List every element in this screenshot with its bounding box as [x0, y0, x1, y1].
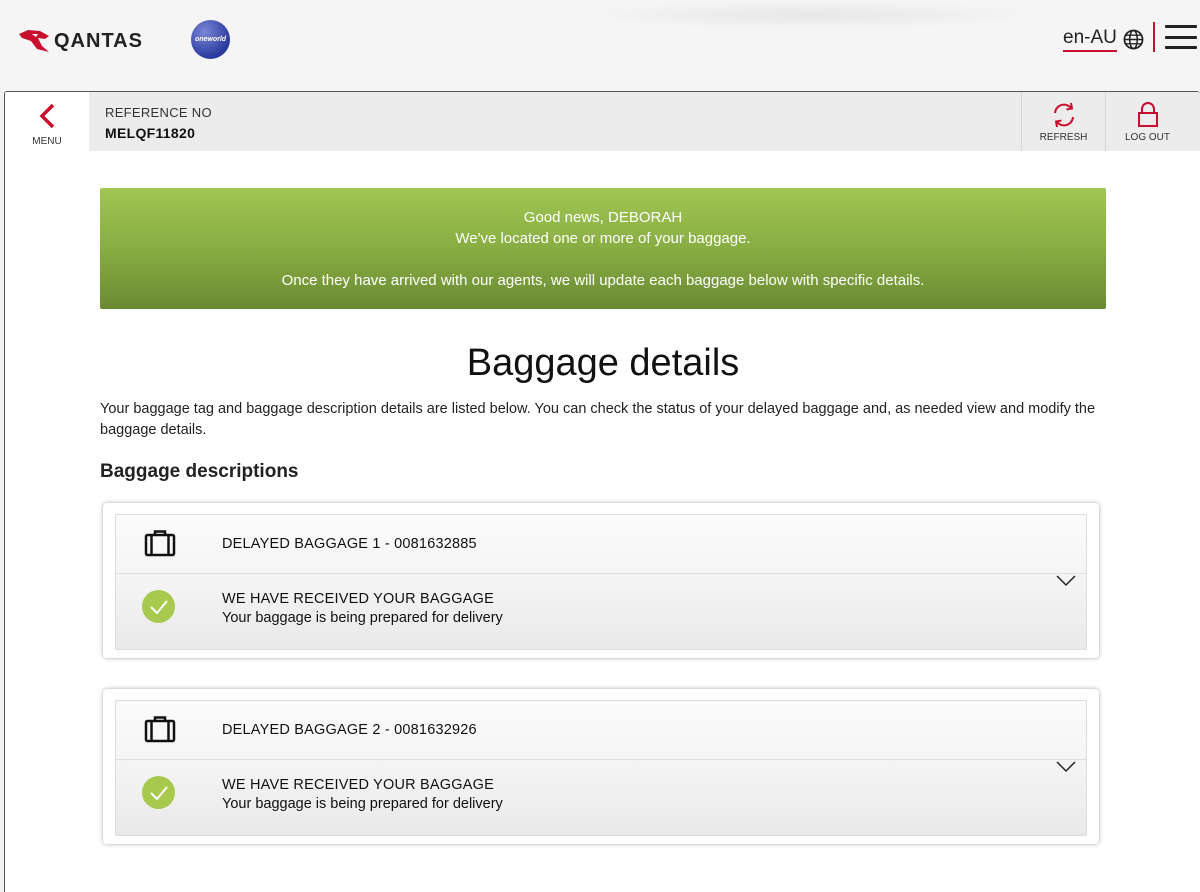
baggage-card[interactable]: DELAYED BAGGAGE 1 - 0081632885 WE HAVE R…: [103, 503, 1099, 658]
site-header: QANTAS oneworld en-AU: [0, 0, 1200, 92]
status-title: WE HAVE RECEIVED YOUR BAGGAGE: [222, 591, 494, 607]
status-title: WE HAVE RECEIVED YOUR BAGGAGE: [222, 777, 494, 793]
baggage-status-row: WE HAVE RECEIVED YOUR BAGGAGE Your bagga…: [116, 760, 1086, 836]
oneworld-logo: oneworld: [191, 20, 230, 59]
banner-update-note: Once they have arrived with our agents, …: [281, 272, 925, 289]
good-news-banner: Good news, DEBORAH We've located one or …: [100, 188, 1106, 309]
page-title: Baggage details: [466, 342, 740, 384]
brand-name: QANTAS: [54, 29, 143, 52]
kangaroo-icon: [19, 30, 49, 52]
baggage-card[interactable]: DELAYED BAGGAGE 2 - 0081632926 WE HAVE R…: [103, 689, 1099, 844]
menu-label: MENU: [32, 136, 62, 147]
check-circle-icon: [142, 776, 175, 809]
banner-greeting: Good news, DEBORAH: [523, 209, 683, 226]
section-title: Baggage descriptions: [100, 461, 299, 482]
refresh-label: REFRESH: [1039, 132, 1088, 143]
suitcase-icon: [144, 716, 176, 743]
baggage-header-row: DELAYED BAGGAGE 2 - 0081632926: [116, 701, 1086, 760]
baggage-title: DELAYED BAGGAGE 2 - 0081632926: [222, 722, 477, 738]
header-divider: [1153, 22, 1155, 52]
language-selector[interactable]: en-AU: [1063, 27, 1144, 52]
hamburger-menu-icon[interactable]: [1165, 25, 1197, 49]
reference-value: MELQF11820: [105, 125, 196, 141]
globe-icon: [1123, 29, 1144, 50]
logout-label: LOG OUT: [1124, 132, 1170, 143]
main-panel: MENU REFERENCE NO MELQF11820 REFRESH LOG…: [4, 91, 1200, 892]
chevron-left-icon: [39, 103, 55, 129]
baggage-header-row: DELAYED BAGGAGE 1 - 0081632885: [116, 515, 1086, 574]
chevron-down-icon[interactable]: [1056, 761, 1076, 773]
check-circle-icon: [142, 590, 175, 623]
reference-label: REFERENCE NO: [105, 105, 212, 120]
language-label: en-AU: [1063, 27, 1117, 52]
reference-bar: MENU REFERENCE NO MELQF11820 REFRESH LOG…: [5, 92, 1200, 151]
intro-text: Your baggage tag and baggage description…: [100, 401, 1096, 438]
refresh-icon: [1053, 102, 1074, 128]
suitcase-icon: [144, 530, 176, 557]
qantas-logo[interactable]: QANTAS: [18, 27, 158, 55]
status-detail: Your baggage is being prepared for deliv…: [222, 610, 503, 626]
banner-located: We've located one or more of your baggag…: [455, 230, 751, 247]
menu-button[interactable]: MENU: [5, 92, 89, 151]
reference-block: REFERENCE NO MELQF11820: [105, 105, 212, 141]
chevron-down-icon[interactable]: [1056, 575, 1076, 587]
baggage-title: DELAYED BAGGAGE 1 - 0081632885: [222, 536, 477, 552]
logout-button[interactable]: LOG OUT: [1105, 92, 1189, 151]
lock-icon: [1137, 102, 1158, 127]
baggage-status-row: WE HAVE RECEIVED YOUR BAGGAGE Your bagga…: [116, 574, 1086, 650]
status-detail: Your baggage is being prepared for deliv…: [222, 796, 503, 812]
refresh-button[interactable]: REFRESH: [1021, 92, 1105, 151]
